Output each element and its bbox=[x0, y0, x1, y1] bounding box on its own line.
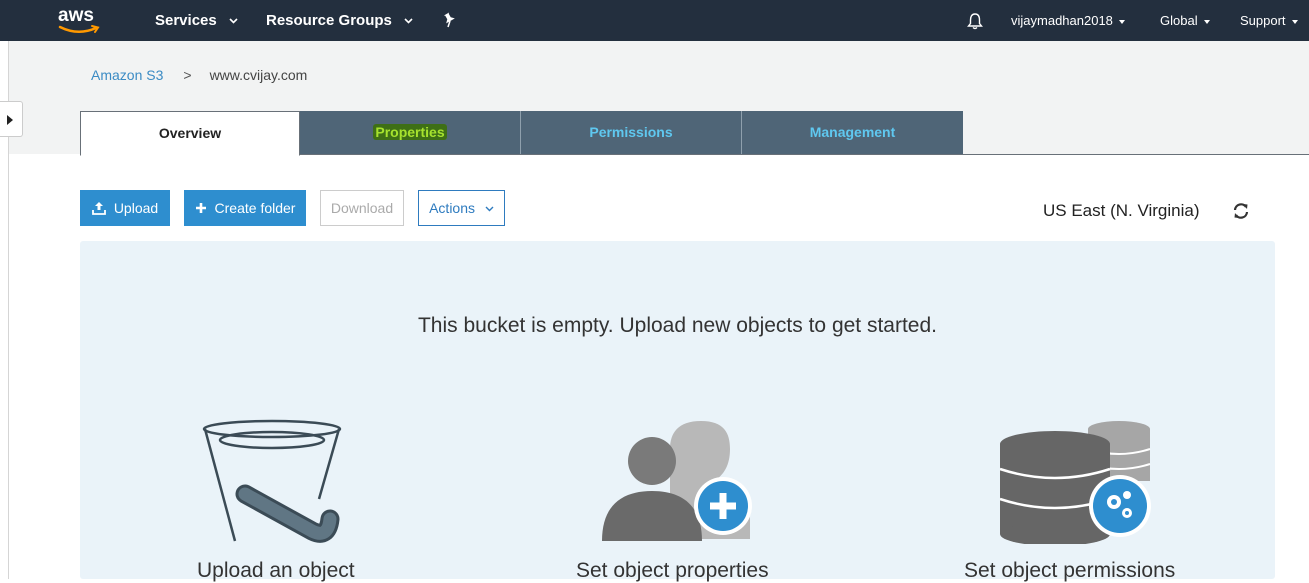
download-button-label: Download bbox=[330, 200, 394, 216]
breadcrumb-current-bucket: www.cvijay.com bbox=[209, 67, 308, 83]
bucket-tabs: Overview Properties Permissions Manageme… bbox=[80, 111, 1309, 156]
chevron-down-icon bbox=[404, 18, 413, 24]
user-add-icon bbox=[602, 421, 752, 541]
bell-icon[interactable] bbox=[966, 12, 984, 35]
refresh-icon[interactable] bbox=[1232, 202, 1250, 220]
upload-object-card-label: Upload an object bbox=[197, 559, 355, 582]
empty-bucket-message: This bucket is empty. Upload new objects… bbox=[417, 314, 938, 337]
account-username: vijaymadhan2018 bbox=[1011, 13, 1113, 28]
account-menu[interactable]: vijaymadhan2018 bbox=[1011, 13, 1125, 28]
tab-overview[interactable]: Overview bbox=[80, 111, 300, 156]
actions-dropdown[interactable]: Actions bbox=[418, 190, 505, 226]
upload-button-label: Upload bbox=[113, 200, 159, 216]
tab-permissions-label: Permissions bbox=[589, 124, 673, 140]
set-object-properties-card-label: Set object properties bbox=[576, 559, 769, 582]
empty-bucket-panel: This bucket is empty. Upload new objects… bbox=[80, 241, 1275, 582]
services-menu[interactable]: Services bbox=[155, 12, 238, 29]
sidebar-toggle-button[interactable] bbox=[0, 101, 23, 137]
chevron-down-icon bbox=[485, 206, 494, 212]
resource-groups-label: Resource Groups bbox=[266, 12, 392, 29]
support-label: Support bbox=[1240, 13, 1286, 28]
tab-properties[interactable]: Properties bbox=[300, 111, 521, 154]
breadcrumb-separator: > bbox=[183, 67, 192, 83]
support-menu[interactable]: Support bbox=[1240, 13, 1298, 28]
upload-icon bbox=[91, 201, 106, 215]
bucket-icon bbox=[202, 419, 342, 543]
database-settings-icon bbox=[1000, 421, 1151, 544]
tab-management[interactable]: Management bbox=[742, 111, 963, 154]
caret-down-icon bbox=[1291, 19, 1298, 24]
aws-logo[interactable]: aws bbox=[58, 5, 102, 35]
actions-dropdown-label: Actions bbox=[429, 200, 476, 216]
pin-icon[interactable] bbox=[443, 12, 457, 33]
caret-down-icon bbox=[1118, 19, 1125, 24]
region-menu-label: Global bbox=[1160, 13, 1198, 28]
top-navigation-bar: aws Services Resource Groups vijaymadhan… bbox=[0, 0, 1309, 41]
chevron-down-icon bbox=[229, 18, 238, 24]
tab-management-label: Management bbox=[809, 124, 896, 140]
breadcrumb: Amazon S3 > www.cvijay.com bbox=[91, 67, 307, 83]
breadcrumb-amazon-s3[interactable]: Amazon S3 bbox=[91, 67, 163, 83]
services-label: Services bbox=[155, 12, 217, 29]
region-menu[interactable]: Global bbox=[1160, 13, 1210, 28]
create-folder-button[interactable]: Create folder bbox=[184, 190, 306, 226]
create-folder-button-label: Create folder bbox=[214, 200, 296, 216]
upload-button[interactable]: Upload bbox=[80, 190, 170, 226]
resource-groups-menu[interactable]: Resource Groups bbox=[266, 12, 413, 29]
plus-icon bbox=[195, 202, 206, 213]
tab-permissions[interactable]: Permissions bbox=[521, 111, 742, 154]
tab-overview-label: Overview bbox=[158, 125, 222, 141]
caret-down-icon bbox=[1203, 19, 1210, 24]
download-button[interactable]: Download bbox=[320, 190, 404, 226]
bucket-region: US East (N. Virginia) bbox=[1043, 201, 1200, 220]
aws-smile-icon bbox=[58, 25, 100, 33]
tab-properties-label: Properties bbox=[373, 124, 447, 140]
set-object-permissions-card-label: Set object permissions bbox=[964, 559, 1176, 582]
